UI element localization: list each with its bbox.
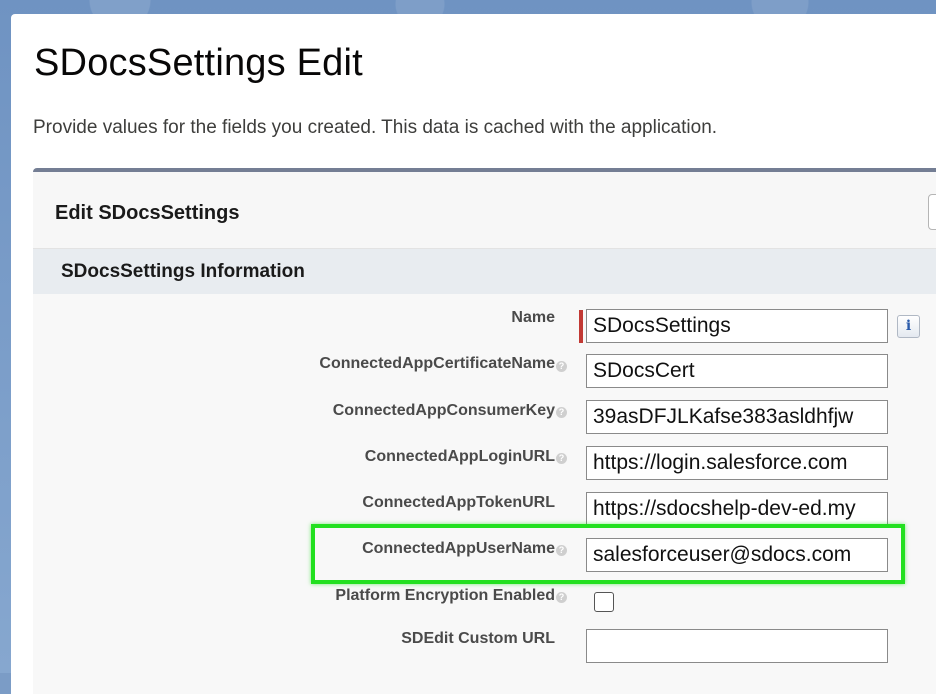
highlight-box xyxy=(311,524,905,584)
field-sdedit-label-cell: SDEdit Custom URL xyxy=(0,630,555,654)
field-consumer-key-label-cell: ConnectedAppConsumerKey xyxy=(0,402,555,426)
section-header: SDocsSettings Information xyxy=(33,249,936,294)
field-label-token-url: ConnectedAppTokenURL xyxy=(362,494,555,511)
info-icon[interactable]: i xyxy=(897,315,920,338)
field-name-label-cell: Name xyxy=(0,309,555,333)
panel-header: Edit SDocsSettings xyxy=(33,172,936,249)
save-button[interactable] xyxy=(928,194,936,230)
platform-encryption-checkbox[interactable] xyxy=(594,592,614,612)
field-label-login-url: ConnectedAppLoginURL xyxy=(364,448,555,465)
field-label-platform-encryption: Platform Encryption Enabled xyxy=(335,587,555,604)
required-indicator xyxy=(579,310,583,343)
page-title: SDocsSettings Edit xyxy=(34,42,363,84)
help-icon[interactable]: ? xyxy=(556,361,567,372)
section-title: SDocsSettings Information xyxy=(61,261,305,282)
consumer-key-input[interactable]: 39asDFJLKafse383asldhfjw xyxy=(586,400,888,434)
field-label-name: Name xyxy=(511,309,555,326)
help-icon[interactable]: ? xyxy=(556,407,567,418)
field-label-certificate-name: ConnectedAppCertificateName xyxy=(319,355,555,372)
field-login-url-label-cell: ConnectedAppLoginURL xyxy=(0,448,555,472)
token-url-input[interactable]: https://sdocshelp-dev-ed.my xyxy=(586,492,888,526)
login-url-input[interactable]: https://login.salesforce.com xyxy=(586,446,888,480)
page-description: Provide values for the fields you create… xyxy=(33,117,718,138)
field-certificate-label-cell: ConnectedAppCertificateName xyxy=(0,355,555,379)
help-icon[interactable]: ? xyxy=(556,592,567,603)
field-label-consumer-key: ConnectedAppConsumerKey xyxy=(332,402,555,419)
help-icon[interactable]: ? xyxy=(556,453,567,464)
name-input[interactable]: SDocsSettings xyxy=(586,309,888,343)
certificate-name-input[interactable]: SDocsCert xyxy=(586,354,888,388)
field-encryption-label-cell: Platform Encryption Enabled xyxy=(0,587,555,611)
sdedit-custom-url-input[interactable] xyxy=(586,629,888,663)
field-label-sdedit-url: SDEdit Custom URL xyxy=(401,630,555,647)
panel-title: Edit SDocsSettings xyxy=(55,202,240,224)
field-token-url-label-cell: ConnectedAppTokenURL xyxy=(0,494,555,518)
